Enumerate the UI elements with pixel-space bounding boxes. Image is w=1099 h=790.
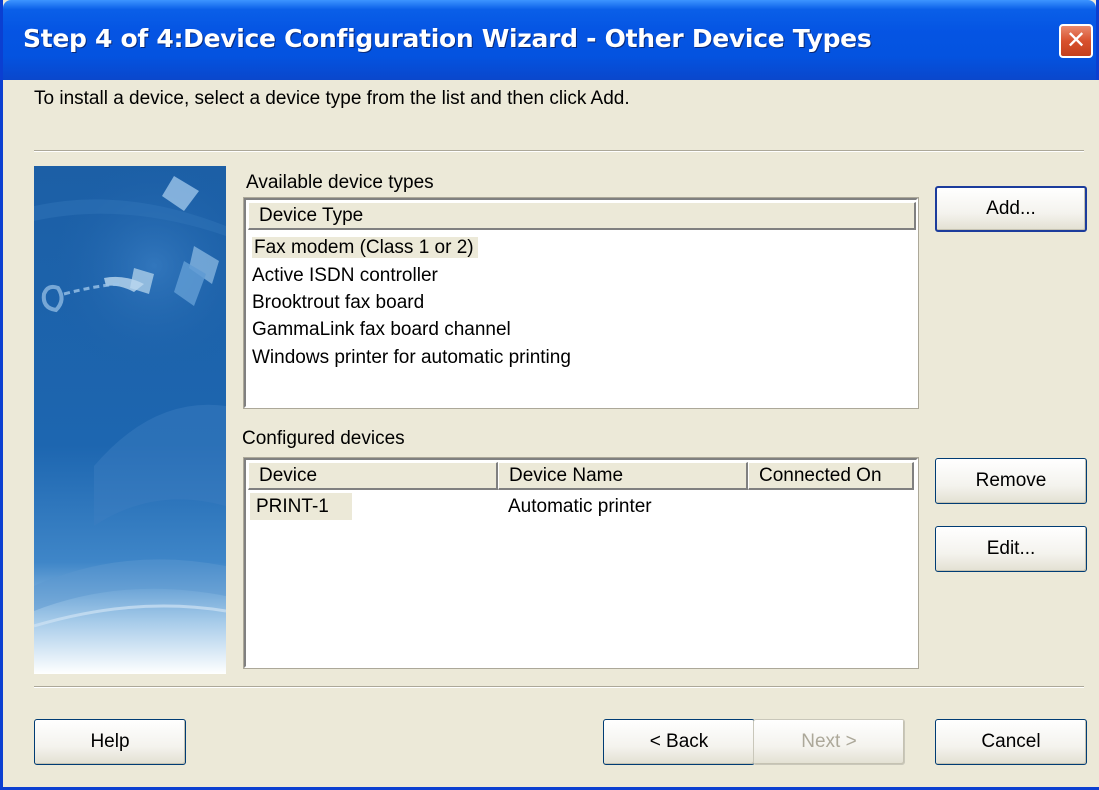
column-header-device[interactable]: Device — [248, 462, 498, 490]
device-type-item-label: Windows printer for automatic printing — [252, 347, 571, 368]
column-header-device-type[interactable]: Device Type — [248, 202, 916, 230]
device-type-item-label: Fax modem (Class 1 or 2) — [252, 237, 478, 258]
column-header-connected-on[interactable]: Connected On — [748, 462, 914, 490]
available-device-types-list[interactable]: Device Type Fax modem (Class 1 or 2) Act… — [243, 197, 919, 409]
table-row[interactable]: PRINT-1 Automatic printer — [250, 493, 914, 520]
list-item[interactable]: Windows printer for automatic printing — [252, 344, 571, 371]
available-list-header: Device Type — [248, 202, 916, 230]
window-title: Step 4 of 4:Device Configuration Wizard … — [23, 24, 872, 53]
configured-list-header: Device Device Name Connected On — [248, 462, 914, 490]
instructions-text: To install a device, select a device typ… — [34, 88, 630, 109]
device-type-item-label: Active ISDN controller — [252, 265, 438, 286]
column-header-device-name[interactable]: Device Name — [498, 462, 748, 490]
device-name-cell: Automatic printer — [508, 496, 652, 517]
next-button: Next > — [753, 719, 905, 765]
edit-button[interactable]: Edit... — [935, 526, 1087, 572]
list-item[interactable]: Fax modem (Class 1 or 2) — [252, 234, 478, 261]
remove-button[interactable]: Remove — [935, 458, 1087, 504]
close-icon[interactable]: ✕ — [1059, 24, 1093, 58]
bottom-divider — [34, 686, 1084, 688]
top-divider — [34, 150, 1084, 152]
dialog-client-area: To install a device, select a device typ… — [6, 80, 1099, 787]
wizard-banner-image — [34, 166, 226, 674]
list-item[interactable]: GammaLink fax board channel — [252, 316, 511, 343]
available-device-types-label: Available device types — [246, 172, 434, 193]
wizard-dialog: Step 4 of 4:Device Configuration Wizard … — [0, 0, 1099, 790]
title-bar[interactable]: Step 4 of 4:Device Configuration Wizard … — [3, 0, 1096, 80]
configured-devices-list[interactable]: Device Device Name Connected On PRINT-1 A… — [243, 457, 919, 669]
cancel-button[interactable]: Cancel — [935, 719, 1087, 765]
list-item[interactable]: Brooktrout fax board — [252, 289, 424, 316]
configured-devices-label: Configured devices — [242, 428, 405, 449]
list-item[interactable]: Active ISDN controller — [252, 262, 438, 289]
help-button[interactable]: Help — [34, 719, 186, 765]
device-type-item-label: Brooktrout fax board — [252, 292, 425, 313]
add-button[interactable]: Add... — [935, 186, 1087, 232]
device-type-item-label: GammaLink fax board channel — [252, 319, 511, 340]
device-cell: PRINT-1 — [250, 493, 352, 520]
back-button[interactable]: < Back — [603, 719, 755, 765]
